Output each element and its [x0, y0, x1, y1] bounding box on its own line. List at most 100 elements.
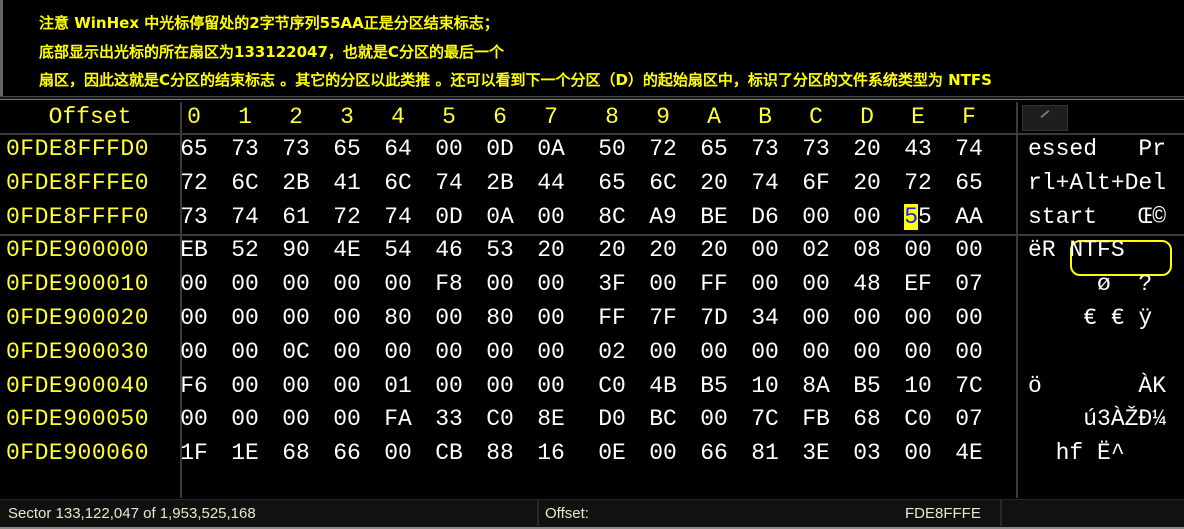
hex-byte[interactable]: 0C	[276, 339, 316, 365]
hex-byte[interactable]: 00	[796, 339, 836, 365]
hex-byte[interactable]: 7F	[643, 305, 683, 331]
row-text[interactable]: ú3ÀŽÐ¼	[1028, 406, 1166, 432]
hex-byte[interactable]: 00	[429, 305, 469, 331]
hex-byte[interactable]: 53	[480, 237, 520, 263]
hex-byte[interactable]: 00	[898, 305, 938, 331]
hex-byte[interactable]: 00	[378, 339, 418, 365]
hex-byte[interactable]: 00	[429, 339, 469, 365]
hex-byte[interactable]: 7C	[949, 373, 989, 399]
hex-byte[interactable]: 73	[796, 136, 836, 162]
hex-byte[interactable]: 1F	[174, 440, 214, 466]
hex-byte[interactable]: 64	[378, 136, 418, 162]
hex-byte[interactable]: 0E	[592, 440, 632, 466]
hex-byte[interactable]: 00	[796, 271, 836, 297]
hex-byte[interactable]: 72	[643, 136, 683, 162]
hex-byte[interactable]: 2B	[480, 170, 520, 196]
hex-byte[interactable]: 10	[745, 373, 785, 399]
hex-byte[interactable]: 74	[949, 136, 989, 162]
hex-byte[interactable]: 41	[327, 170, 367, 196]
hex-byte[interactable]: 1E	[225, 440, 265, 466]
hex-byte[interactable]: 90	[276, 237, 316, 263]
hex-byte[interactable]: 00	[276, 271, 316, 297]
row-offset[interactable]: 0FDE900040	[6, 373, 149, 399]
hex-byte[interactable]: 00	[276, 305, 316, 331]
hex-byte[interactable]: 20	[694, 237, 734, 263]
row-offset[interactable]: 0FDE900010	[6, 271, 149, 297]
hex-byte[interactable]: AA	[949, 204, 989, 230]
hex-byte[interactable]: 00	[643, 339, 683, 365]
row-offset[interactable]: 0FDE8FFFD0	[6, 136, 149, 162]
hex-byte[interactable]: 52	[225, 237, 265, 263]
hex-byte[interactable]: 00	[429, 136, 469, 162]
hex-byte[interactable]: C0	[592, 373, 632, 399]
hex-byte[interactable]: 0D	[480, 136, 520, 162]
row-offset[interactable]: 0FDE8FFFF0	[6, 204, 149, 230]
row-text[interactable]: start Œ©	[1028, 204, 1166, 230]
hex-byte[interactable]: D0	[592, 406, 632, 432]
hex-byte[interactable]: 00	[327, 406, 367, 432]
hex-byte[interactable]: 8E	[531, 406, 571, 432]
hex-byte[interactable]: 00	[327, 305, 367, 331]
hex-byte[interactable]: 00	[327, 339, 367, 365]
hex-byte[interactable]: 00	[531, 271, 571, 297]
hex-byte[interactable]: 00	[225, 271, 265, 297]
hex-byte[interactable]: 00	[378, 440, 418, 466]
row-text[interactable]: ëR NTFS	[1028, 237, 1125, 263]
hex-byte[interactable]: 80	[480, 305, 520, 331]
row-text[interactable]: ö ÀK	[1028, 373, 1166, 399]
hex-byte[interactable]: 00	[694, 339, 734, 365]
hex-byte[interactable]: 00	[174, 406, 214, 432]
hex-byte[interactable]: 00	[949, 237, 989, 263]
hex-byte[interactable]: 00	[174, 305, 214, 331]
row-offset[interactable]: 0FDE8FFFE0	[6, 170, 149, 196]
hex-byte[interactable]: 54	[378, 237, 418, 263]
hex-byte[interactable]: EB	[174, 237, 214, 263]
hex-byte[interactable]: 20	[847, 170, 887, 196]
hex-byte[interactable]: 68	[847, 406, 887, 432]
hex-byte[interactable]: 6C	[643, 170, 683, 196]
hex-byte[interactable]: 00	[745, 237, 785, 263]
hex-byte[interactable]: 00	[745, 271, 785, 297]
hex-byte[interactable]: 00	[796, 305, 836, 331]
hex-byte[interactable]: 20	[847, 136, 887, 162]
hex-byte[interactable]: 4E	[327, 237, 367, 263]
row-offset[interactable]: 0FDE900050	[6, 406, 149, 432]
hex-byte[interactable]: 08	[847, 237, 887, 263]
hex-byte[interactable]: 20	[531, 237, 571, 263]
hex-byte[interactable]: C0	[480, 406, 520, 432]
hex-byte[interactable]: 00	[847, 339, 887, 365]
hex-byte[interactable]: 74	[745, 170, 785, 196]
hex-byte[interactable]: EF	[898, 271, 938, 297]
hex-byte[interactable]: 7C	[745, 406, 785, 432]
hex-byte[interactable]: 00	[643, 271, 683, 297]
hex-byte[interactable]: FF	[694, 271, 734, 297]
hex-byte[interactable]: 00	[898, 440, 938, 466]
hex-byte[interactable]: 65	[694, 136, 734, 162]
row-text[interactable]: ø ?	[1028, 271, 1152, 297]
hex-byte[interactable]: 7D	[694, 305, 734, 331]
hex-byte[interactable]: BE	[694, 204, 734, 230]
hex-byte[interactable]: 88	[480, 440, 520, 466]
hex-byte[interactable]: 6C	[225, 170, 265, 196]
hex-byte[interactable]: 0A	[480, 204, 520, 230]
hex-byte[interactable]: 65	[327, 136, 367, 162]
hex-byte[interactable]: 50	[592, 136, 632, 162]
hex-byte[interactable]: 65	[174, 136, 214, 162]
hex-byte[interactable]: 00	[480, 339, 520, 365]
hex-byte[interactable]: 00	[225, 305, 265, 331]
hex-byte[interactable]: 00	[429, 373, 469, 399]
hex-byte[interactable]: 00	[531, 373, 571, 399]
hex-byte[interactable]: 80	[378, 305, 418, 331]
hex-byte[interactable]: 73	[276, 136, 316, 162]
hex-editor-view[interactable]: Offset 0 1 2 3 4 5 6 7 8 9 A B C D E F 0FDE8FFFD0 65 73 73 6…	[0, 102, 1184, 498]
hex-byte[interactable]: 00	[225, 373, 265, 399]
hex-byte[interactable]: 02	[592, 339, 632, 365]
hex-byte[interactable]: D6	[745, 204, 785, 230]
row-text[interactable]: hf Ë^	[1028, 440, 1125, 466]
text-encoding-dropdown[interactable]	[1022, 105, 1068, 131]
hex-byte[interactable]: 07	[949, 406, 989, 432]
hex-byte[interactable]: 73	[225, 136, 265, 162]
hex-byte[interactable]: 00	[847, 204, 887, 230]
hex-byte[interactable]: 00	[225, 339, 265, 365]
hex-byte[interactable]: 00	[276, 406, 316, 432]
